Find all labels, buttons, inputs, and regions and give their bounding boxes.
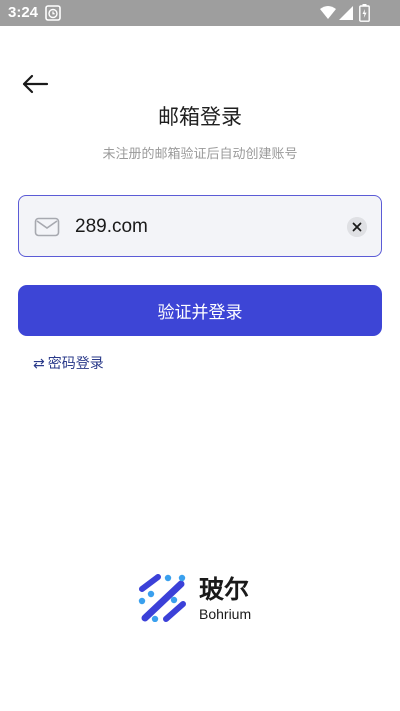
page-subtitle: 未注册的邮箱验证后自动创建账号: [102, 147, 298, 162]
back-arrow-icon[interactable]: [20, 72, 50, 96]
alarm-icon: [45, 5, 61, 21]
clear-icon[interactable]: [347, 217, 367, 237]
email-field[interactable]: [18, 195, 382, 257]
status-time: 3:24: [8, 4, 39, 21]
bohrium-logo-icon: [138, 574, 186, 622]
battery-icon: [359, 4, 370, 22]
brand-name-en: Bohrium: [199, 606, 252, 622]
password-login-label: 密码登录: [47, 356, 104, 372]
status-bar: 3:24: [0, 0, 400, 26]
page-title: 邮箱登录: [158, 105, 242, 129]
password-login-link[interactable]: ⇄ 密码登录: [33, 353, 104, 373]
wifi-icon: [320, 6, 336, 19]
email-input[interactable]: [75, 210, 335, 244]
mail-icon: [34, 217, 60, 237]
swap-icon: ⇄: [33, 356, 45, 372]
brand-name-cn: 玻尔: [199, 575, 250, 604]
brand: 玻尔 Bohrium: [137, 570, 277, 626]
cell-signal-icon: [339, 6, 353, 20]
verify-login-button[interactable]: 验证并登录: [18, 285, 382, 336]
